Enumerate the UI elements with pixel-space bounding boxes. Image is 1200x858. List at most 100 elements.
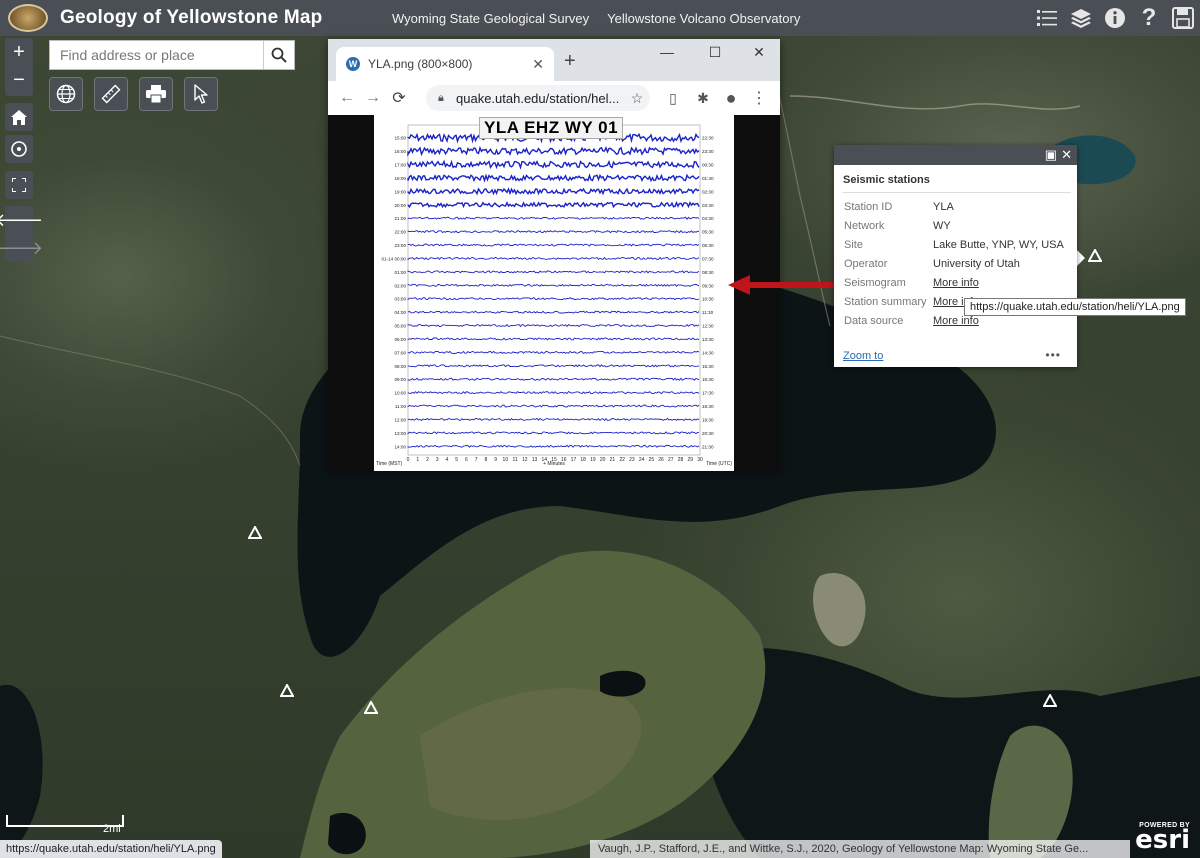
- info-icon[interactable]: [1098, 0, 1132, 36]
- url-field[interactable]: 🔒︎ quake.utah.edu/station/hel...: [426, 85, 650, 111]
- minute-tick-label: 8: [484, 457, 487, 463]
- right-time-label: 01:30: [702, 176, 714, 181]
- left-time-label: 20:00: [395, 203, 407, 208]
- browser-viewport: YLA EHZ WY 01 15:00 22:30 16:00 23:30 17:00 0…: [328, 115, 780, 471]
- lock-icon: 🔒︎: [438, 92, 444, 104]
- right-time-label: 10:30: [702, 297, 714, 302]
- trace-line: [407, 243, 700, 247]
- reading-list-icon[interactable]: ▯: [662, 87, 684, 109]
- trace-line: [407, 145, 700, 157]
- previous-extent-button[interactable]: 🡐: [0, 206, 43, 234]
- home-button[interactable]: [5, 103, 33, 131]
- header-link-yvo[interactable]: Yellowstone Volcano Observatory: [607, 11, 800, 26]
- trace-line: [407, 323, 700, 328]
- esri-logo: POWERED BY esri: [1135, 822, 1190, 855]
- trace-line: [407, 256, 700, 261]
- fullscreen-button[interactable]: [5, 171, 33, 199]
- left-time-label: 05:00: [395, 324, 407, 329]
- minute-tick-label: 27: [668, 457, 674, 463]
- minute-tick-label: 6: [465, 457, 468, 463]
- bookmark-star-icon[interactable]: ☆: [626, 87, 648, 109]
- maximize-button[interactable]: ☐: [698, 39, 732, 65]
- reload-icon[interactable]: ⟳: [386, 88, 412, 108]
- save-icon[interactable]: [1166, 0, 1200, 36]
- left-time-label: 08:00: [395, 364, 407, 369]
- url-text: quake.utah.edu/station/hel...: [456, 90, 620, 106]
- minute-tick-label: 18: [580, 457, 586, 463]
- more-actions-icon[interactable]: •••: [1045, 348, 1061, 362]
- zoom-control: + −: [5, 38, 33, 96]
- back-arrow-icon[interactable]: ←: [334, 89, 360, 107]
- extensions-icon[interactable]: ✱: [692, 87, 714, 109]
- trace-line: [407, 377, 700, 381]
- locate-button[interactable]: [5, 135, 33, 163]
- minute-tick-label: 28: [678, 457, 684, 463]
- selected-station-icon[interactable]: [1088, 249, 1102, 263]
- attribute-row: Seismogram More info: [844, 276, 979, 289]
- forward-arrow-icon[interactable]: →: [360, 89, 386, 107]
- right-time-label: 09:30: [702, 283, 714, 288]
- search-input[interactable]: [50, 41, 263, 69]
- right-time-label: 05:30: [702, 230, 714, 235]
- profile-icon[interactable]: ●: [720, 87, 742, 109]
- trace-line: [407, 404, 700, 408]
- seismogram-link[interactable]: More info: [933, 277, 979, 289]
- minute-tick-label: 7: [475, 457, 478, 463]
- header-link-wsgs[interactable]: Wyoming State Geological Survey: [392, 11, 589, 26]
- browser-tab[interactable]: W YLA.png (800×800) ✕: [336, 47, 554, 81]
- list-icon[interactable]: [1030, 0, 1064, 36]
- right-time-label: 02:30: [702, 189, 714, 194]
- close-window-button[interactable]: ✕: [742, 39, 776, 65]
- bottom-axis-label: + Minutes: [543, 461, 565, 467]
- trace-line: [407, 364, 700, 368]
- seismic-station-icon[interactable]: [280, 684, 294, 698]
- minute-tick-label: 12: [522, 457, 528, 463]
- minute-tick-label: 13: [532, 457, 538, 463]
- trace-line: [407, 187, 700, 196]
- right-time-label: 21:30: [702, 444, 714, 449]
- zoom-out-button[interactable]: −: [5, 66, 33, 94]
- search-button[interactable]: [263, 41, 294, 69]
- minimize-button[interactable]: —: [650, 39, 684, 65]
- minute-tick-label: 11: [512, 457, 517, 463]
- left-time-label: 06:00: [395, 337, 407, 342]
- ruler-icon: [101, 84, 121, 104]
- right-time-label: 04:30: [702, 216, 714, 221]
- minute-tick-label: 9: [494, 457, 497, 463]
- right-time-label: 03:30: [702, 203, 714, 208]
- seismic-station-icon[interactable]: [1043, 694, 1057, 708]
- print-button[interactable]: [139, 77, 173, 111]
- station-popup: ▣ ✕ Seismic stations Station ID YLA Netwo…: [834, 145, 1077, 367]
- measure-button[interactable]: [94, 77, 128, 111]
- basemap-gallery-button[interactable]: [49, 77, 83, 111]
- maximize-popup-icon[interactable]: ▣: [1045, 147, 1057, 163]
- left-time-label: 07:00: [395, 350, 407, 355]
- new-tab-button[interactable]: +: [564, 50, 576, 73]
- layers-icon[interactable]: [1064, 0, 1098, 36]
- minute-tick-label: 30: [697, 457, 703, 463]
- right-time-label: 20:30: [702, 431, 714, 436]
- select-button[interactable]: [184, 77, 218, 111]
- attribute-row: Station ID YLA: [844, 200, 954, 213]
- close-tab-icon[interactable]: ✕: [532, 56, 544, 73]
- seismic-station-icon[interactable]: [364, 701, 378, 715]
- helicorder-plot: 15:00 22:30 16:00 23:30 17:00 00:30 18:00 01:30…: [376, 124, 732, 467]
- minute-tick-label: 20: [600, 457, 606, 463]
- extent-navigation: 🡐 🡒: [0, 206, 43, 262]
- left-time-label: 04:00: [395, 310, 407, 315]
- printer-icon: [146, 85, 166, 103]
- zoom-to-link[interactable]: Zoom to: [843, 350, 883, 362]
- fullscreen-icon: [12, 178, 26, 192]
- zoom-in-button[interactable]: +: [5, 38, 33, 66]
- close-popup-icon[interactable]: ✕: [1061, 147, 1072, 163]
- status-bar-url: https://quake.utah.edu/station/heli/YLA.…: [0, 840, 222, 858]
- seismic-station-icon[interactable]: [248, 526, 262, 540]
- menu-dots-icon[interactable]: ⋮: [748, 87, 770, 109]
- right-time-label: 08:30: [702, 270, 714, 275]
- left-time-label: 01-14 00:00: [381, 256, 406, 261]
- left-time-label: 15:00: [395, 136, 407, 141]
- help-icon[interactable]: ?: [1132, 0, 1166, 36]
- next-extent-button[interactable]: 🡒: [0, 234, 43, 262]
- cursor-icon: [194, 84, 208, 104]
- data-source-link[interactable]: More info: [933, 315, 979, 327]
